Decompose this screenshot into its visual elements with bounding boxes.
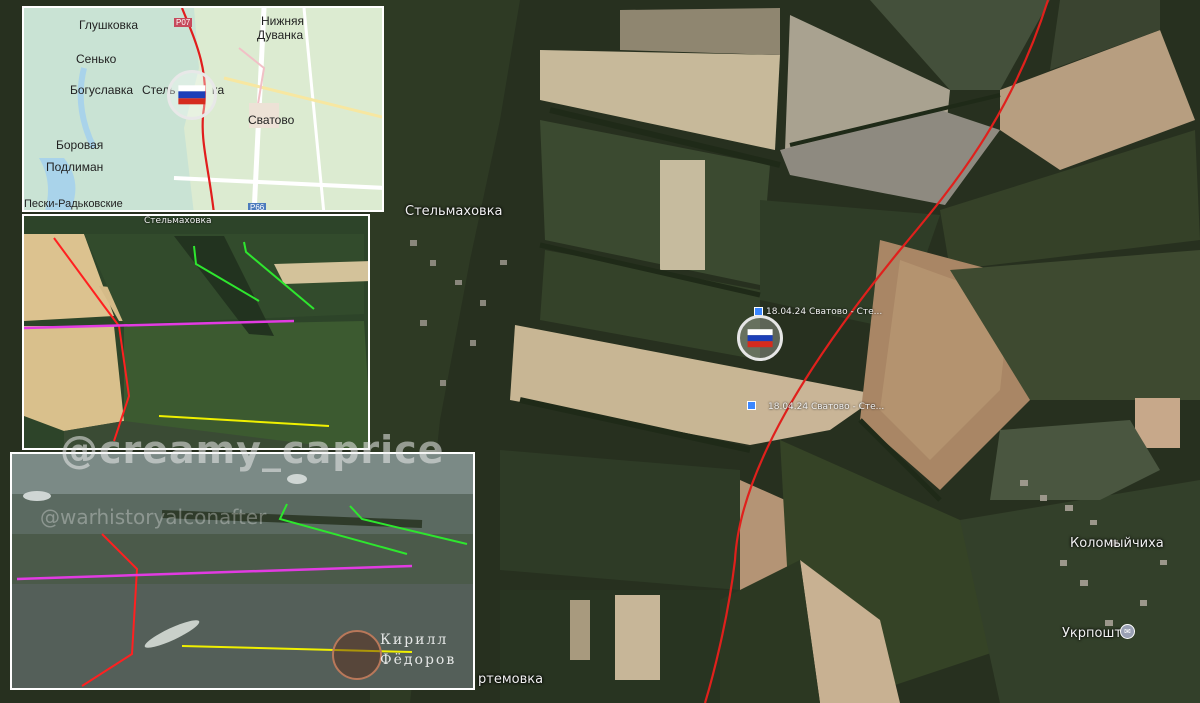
overview-label-boguslavka: Богуславка xyxy=(70,83,134,97)
overview-label-nizhnyaya: Нижняя xyxy=(261,14,305,28)
road-shield-p07: P07 xyxy=(174,18,193,27)
overview-label-borovaya: Боровая xyxy=(56,138,104,152)
overview-map-inset[interactable]: Глушковка Нижняя Дуванка Сенько Богуслав… xyxy=(22,6,384,212)
watermark-primary: @creamy_caprice xyxy=(60,428,445,472)
overview-label-glushkovka: Глушковка xyxy=(79,18,139,32)
logo-name-line2: Фёдоров xyxy=(380,652,457,668)
overview-label-podliman: Подлиман xyxy=(46,160,104,174)
logo-badge-icon xyxy=(332,630,382,680)
aerial-village-label: Стельмаховка xyxy=(144,216,212,226)
overview-label-peski: Пески-Радьковские xyxy=(24,198,123,210)
post-office-icon[interactable]: ✉ xyxy=(1120,624,1135,639)
marker-label-1: 18.04.24 Сватово - Сте... xyxy=(766,307,883,317)
overview-label-senkovo: Сенько xyxy=(76,52,117,66)
aerial-photo-inset[interactable]: Стельмаховка xyxy=(22,214,370,450)
overview-label-duvanka: Дуванка xyxy=(257,28,304,42)
road-shield-p66: P66 xyxy=(248,203,267,212)
russian-flag-icon[interactable] xyxy=(737,315,783,361)
logo-name-line1: Кирилл xyxy=(380,632,449,648)
village-label-artemovka: ртемовка xyxy=(478,672,544,687)
village-label-kolomyichikha: Коломыйчиха xyxy=(1070,536,1164,551)
marker-label-2: 18.04.24 Сватово - Сте... xyxy=(768,402,885,412)
map-stage: Стельмаховка Коломыйчиха ртемовка Укрпош… xyxy=(0,0,1200,703)
map-marker-2[interactable] xyxy=(747,401,756,410)
watermark-secondary: @warhistoryalconafter xyxy=(40,505,267,529)
drone-photo-inset[interactable]: Кирилл Фёдоров xyxy=(10,452,475,690)
village-label-stelmakhovka: Стельмаховка xyxy=(405,204,503,219)
overview-label-svatovo: Сватово xyxy=(248,113,295,127)
overview-russian-flag-icon[interactable] xyxy=(167,70,217,120)
